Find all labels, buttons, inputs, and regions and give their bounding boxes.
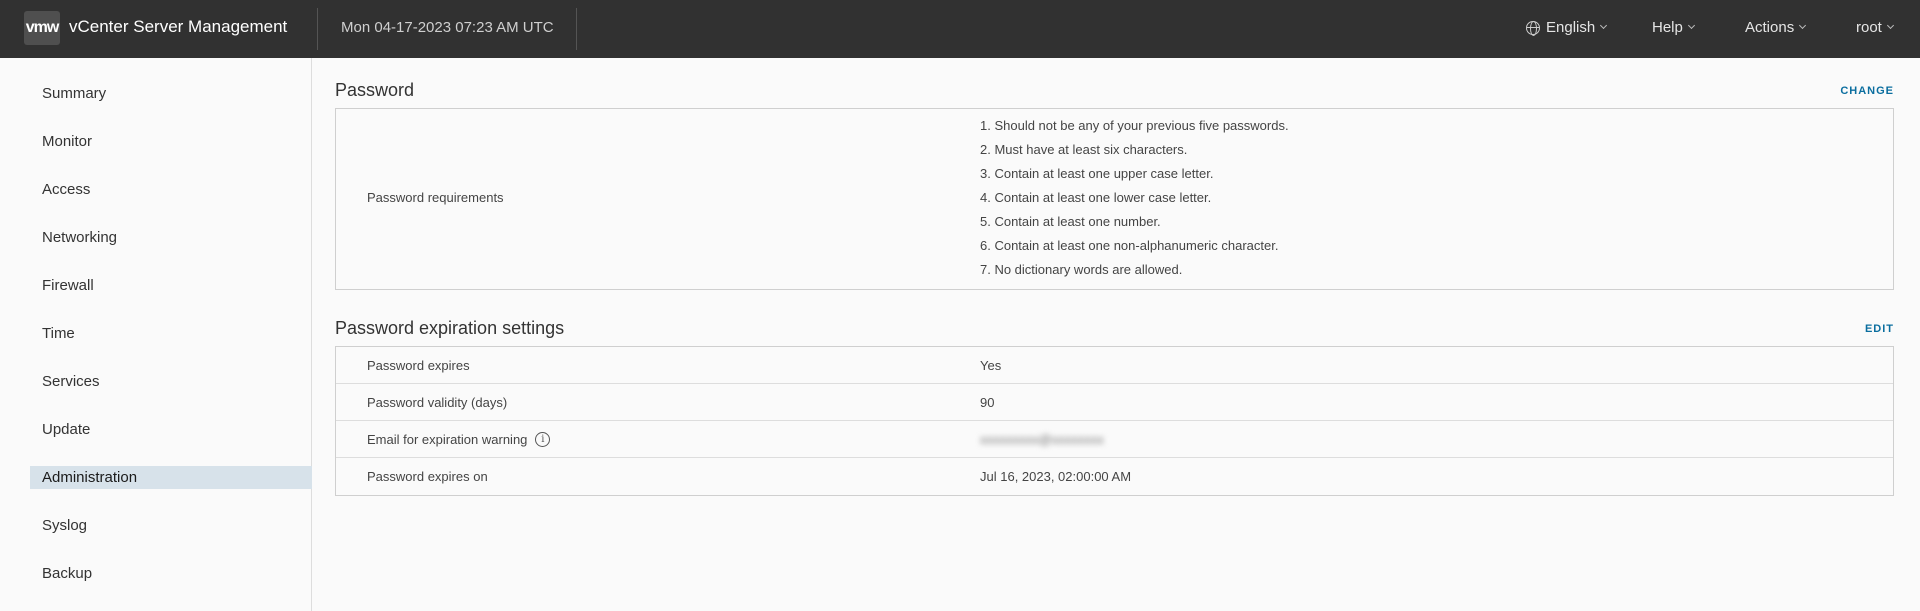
requirement-item: 2. Must have at least six characters.	[980, 142, 1188, 157]
chevron-down-icon	[1600, 21, 1608, 30]
top-header: vmw vCenter Server Management Mon 04-17-…	[0, 0, 1920, 58]
help-menu[interactable]: Help	[1652, 19, 1695, 36]
sidebar-item-administration[interactable]: Administration	[30, 466, 312, 489]
sidebar-item-access[interactable]: Access	[30, 178, 312, 201]
row-value: Yes	[980, 358, 1002, 373]
header-divider	[576, 8, 577, 50]
sidebar-item-syslog[interactable]: Syslog	[30, 514, 312, 537]
language-menu[interactable]: English	[1526, 19, 1608, 36]
sidebar-item-firewall[interactable]: Firewall	[30, 274, 312, 297]
sidebar-nav: Summary Monitor Access Networking Firewa…	[0, 58, 312, 611]
requirement-item: 5. Contain at least one number.	[980, 214, 1161, 229]
actions-menu[interactable]: Actions	[1745, 19, 1807, 36]
table-row: Password validity (days) 90	[336, 384, 1893, 421]
info-icon[interactable]: i	[535, 432, 551, 447]
sidebar-item-monitor[interactable]: Monitor	[30, 130, 312, 153]
expiration-section-title: Password expiration settings	[335, 318, 565, 338]
sidebar-item-update[interactable]: Update	[30, 418, 312, 441]
requirement-item: 6. Contain at least one non-alphanumeric…	[980, 238, 1279, 253]
sidebar-item-services[interactable]: Services	[30, 370, 312, 393]
email-value-redacted: xxxxxxxxx@xxxxxxxx	[980, 432, 1104, 447]
language-label: English	[1546, 19, 1596, 36]
email-warning-label: Email for expiration warning	[367, 432, 528, 447]
row-label: Password validity (days)	[367, 395, 508, 410]
change-password-button[interactable]: CHANGE	[1840, 85, 1894, 97]
requirement-item: 7. No dictionary words are allowed.	[980, 262, 1183, 277]
globe-icon	[1526, 20, 1540, 36]
table-row: Password expires on Jul 16, 2023, 02:00:…	[336, 458, 1893, 495]
chevron-down-icon	[1687, 21, 1695, 30]
main-content: Password CHANGE Password requirements 1.…	[313, 58, 1920, 611]
row-label: Password expires	[367, 358, 470, 373]
sidebar-item-backup[interactable]: Backup	[30, 562, 312, 585]
password-requirements-label: Password requirements	[367, 190, 504, 205]
header-divider	[317, 8, 318, 50]
edit-expiration-button[interactable]: EDIT	[1865, 323, 1894, 335]
requirement-item: 1. Should not be any of your previous fi…	[980, 118, 1289, 133]
sidebar-item-time[interactable]: Time	[30, 322, 312, 345]
actions-label: Actions	[1745, 19, 1795, 36]
expiration-settings-panel: Password expires Yes Password validity (…	[335, 346, 1894, 496]
help-label: Help	[1652, 19, 1683, 36]
requirement-item: 4. Contain at least one lower case lette…	[980, 190, 1212, 205]
user-menu[interactable]: root	[1856, 19, 1894, 36]
password-requirements-panel: Password requirements 1. Should not be a…	[335, 108, 1894, 290]
header-datetime: Mon 04-17-2023 07:23 AM UTC	[341, 19, 554, 36]
chevron-down-icon	[1799, 21, 1807, 30]
row-label: Password expires on	[367, 469, 488, 484]
row-value: Jul 16, 2023, 02:00:00 AM	[980, 469, 1132, 484]
requirement-item: 3. Contain at least one upper case lette…	[980, 166, 1214, 181]
sidebar-item-networking[interactable]: Networking	[30, 226, 312, 249]
row-label-email: Email for expiration warning i	[367, 432, 551, 447]
password-requirements-list: 1. Should not be any of your previous fi…	[980, 117, 1289, 285]
sidebar-item-summary[interactable]: Summary	[30, 82, 312, 105]
row-value: 90	[980, 395, 995, 410]
vmware-logo: vmw	[24, 11, 60, 45]
password-section-title: Password	[335, 80, 415, 100]
chevron-down-icon	[1886, 21, 1894, 30]
table-row: Password expires Yes	[336, 347, 1893, 384]
user-label: root	[1856, 19, 1882, 36]
table-row: Email for expiration warning i xxxxxxxxx…	[336, 421, 1893, 458]
app-title: vCenter Server Management	[69, 17, 288, 36]
